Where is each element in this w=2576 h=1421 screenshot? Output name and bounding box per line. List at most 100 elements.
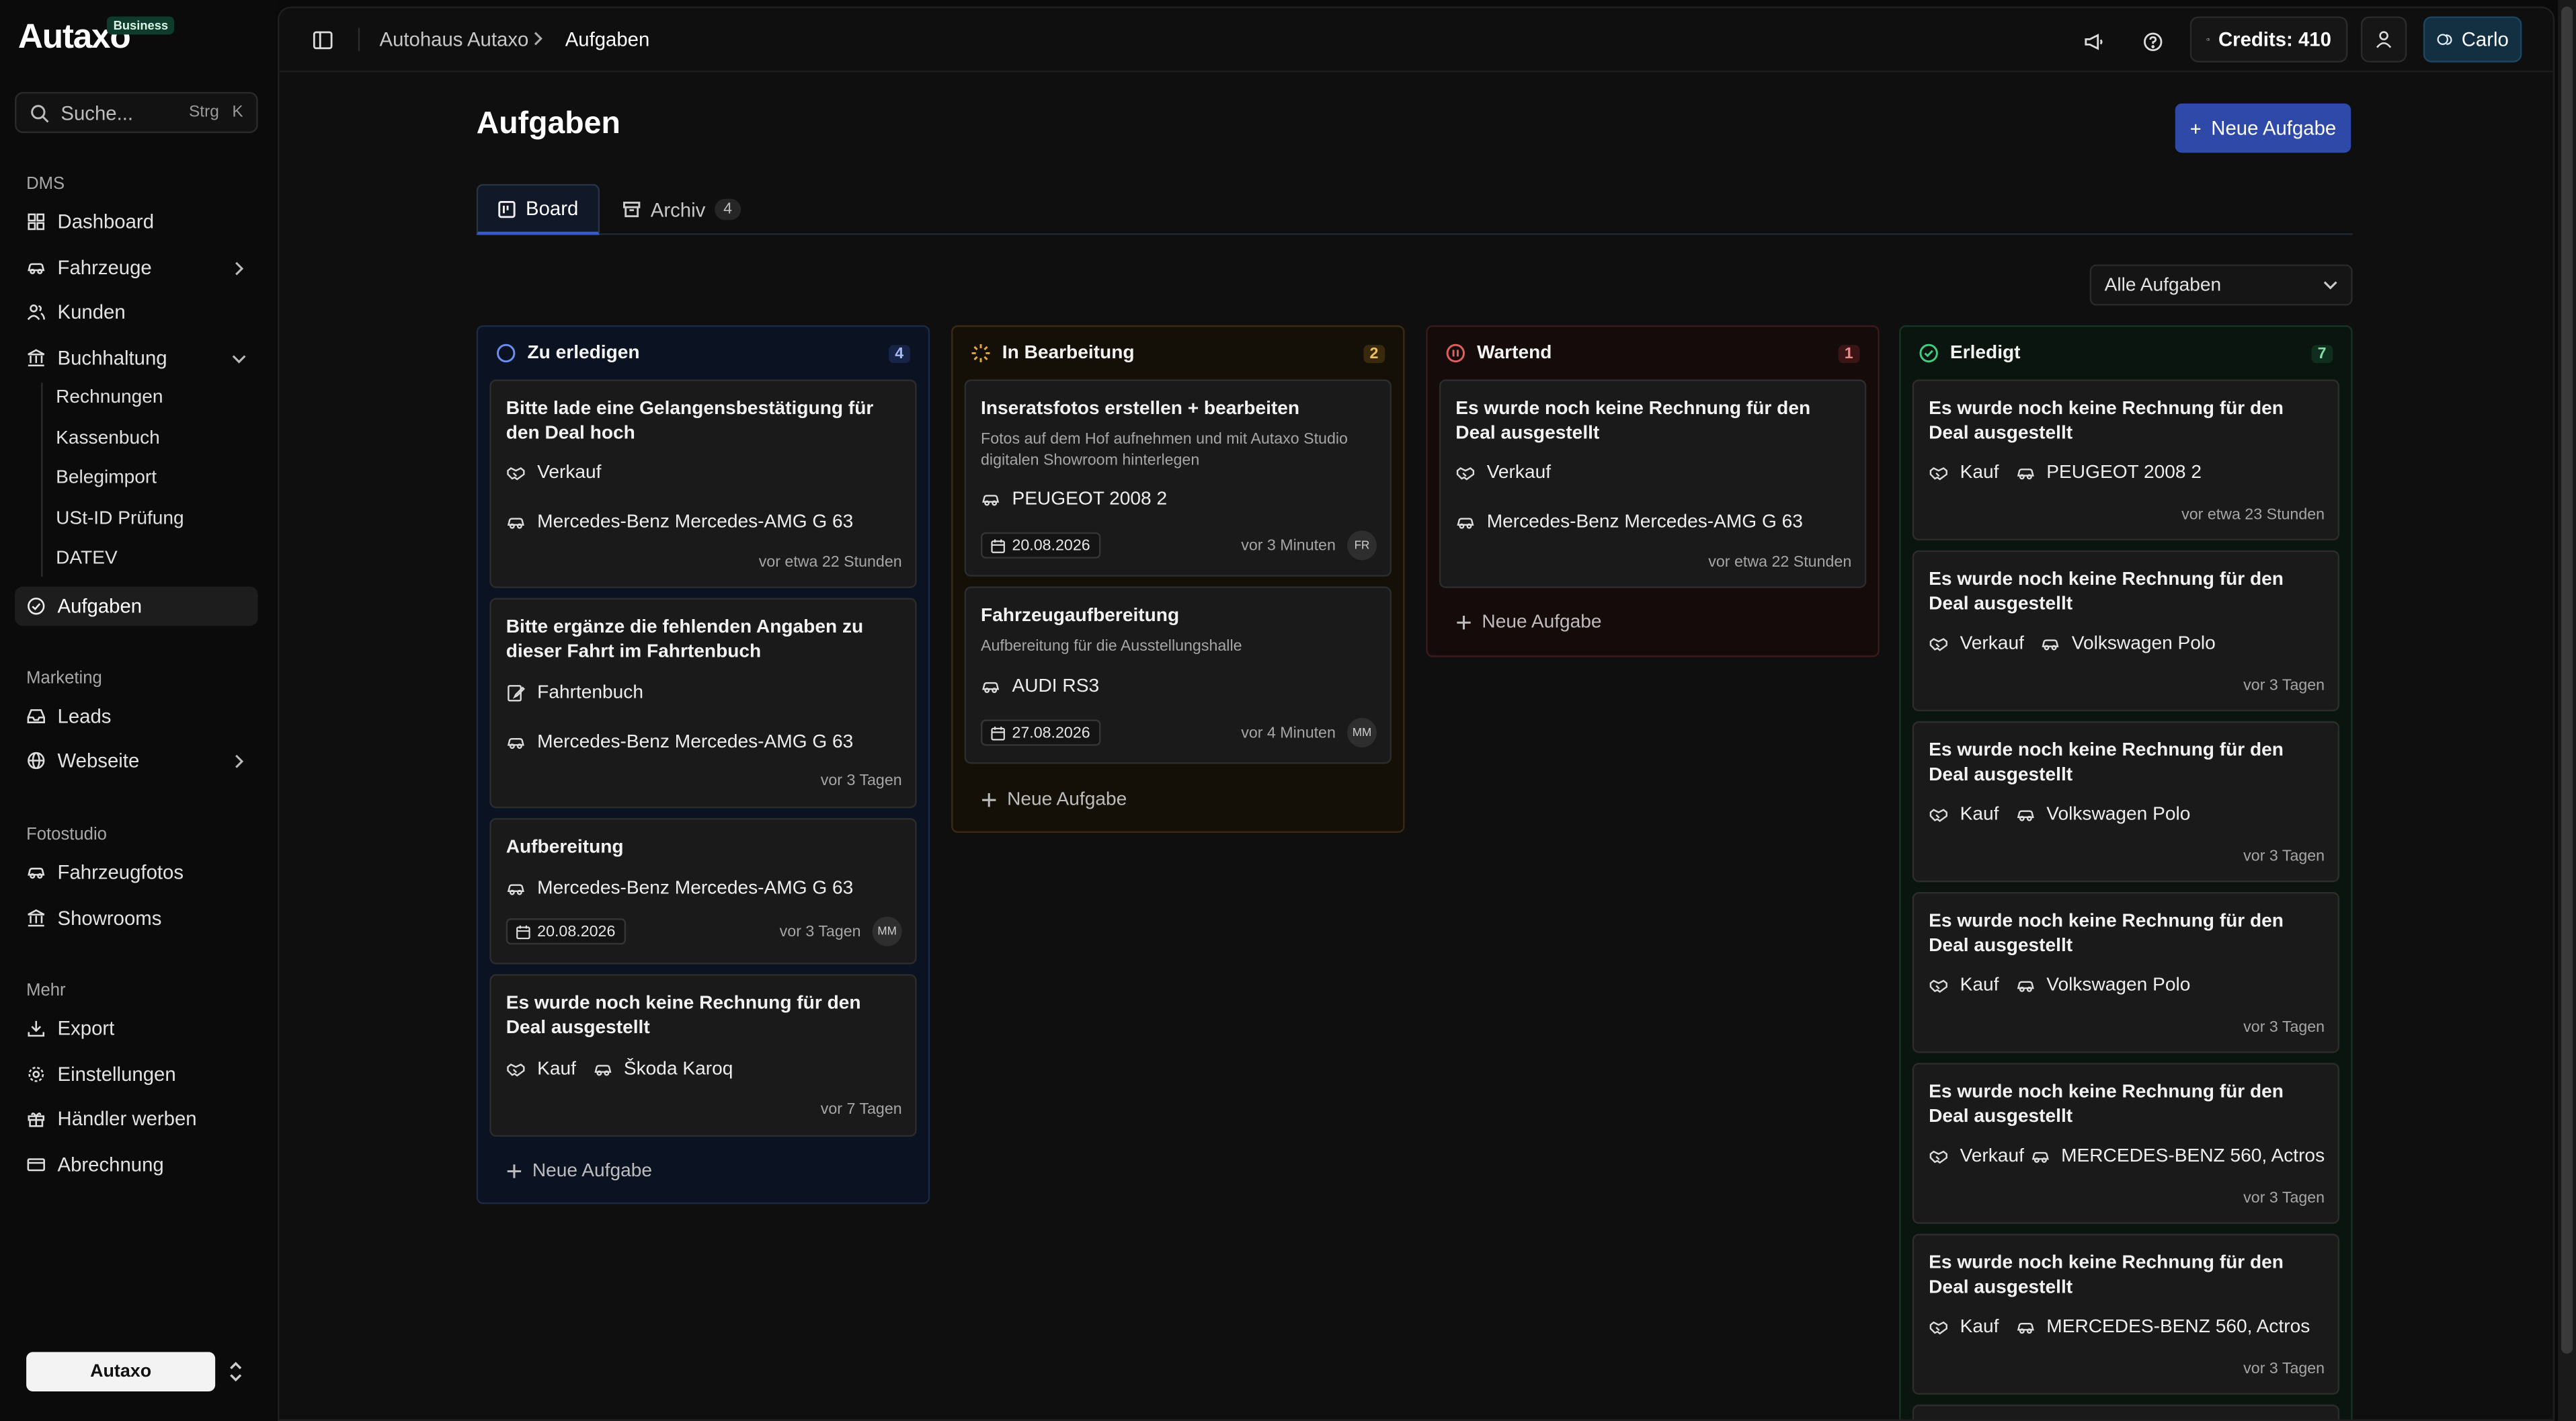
announcements-button[interactable] [2072, 22, 2115, 61]
task-filter-select[interactable]: Alle Aufgaben [2089, 264, 2353, 306]
archive-icon [623, 202, 641, 218]
task-card[interactable]: Es wurde noch keine Rechnung für den Dea… [1912, 721, 2340, 883]
sidebar-item-kunden[interactable]: Kunden [15, 292, 258, 332]
chevron-right-icon [534, 32, 542, 46]
globe-icon [28, 752, 45, 770]
task-card[interactable]: Inseratsfotos erstellen + bearbeiten Fot… [964, 379, 1392, 577]
car-icon [982, 682, 1000, 693]
search-icon [31, 104, 49, 122]
task-tags: Verkauf MERCEDES-BENZ 560, Actros [1929, 1145, 2325, 1168]
task-vehicle-label: MERCEDES-BENZ 560, Actros [2046, 1317, 2310, 1338]
sidebar-subitem-rechnungen[interactable]: Rechnungen [56, 388, 163, 407]
add-task-button[interactable]: Neue Aufgabe [506, 1162, 652, 1181]
task-card[interactable]: Es wurde noch keine Rechnung für den Dea… [1439, 379, 1867, 588]
handshake-icon [1456, 467, 1475, 481]
task-card[interactable]: Es wurde noch keine Rechnung für den Dea… [1912, 892, 2340, 1053]
workspace-switcher[interactable]: Autaxo [26, 1352, 216, 1391]
task-title: Es wurde noch keine Rechnung für den Dea… [1929, 399, 2284, 443]
sidebar-item-export[interactable]: Export [15, 1009, 258, 1049]
account-name: Carlo [2461, 28, 2509, 51]
handshake-icon [1929, 809, 1947, 822]
add-task-button[interactable]: Neue Aufgabe [1455, 613, 1602, 633]
task-card[interactable]: Es wurde noch keine Rechnung für den Dea… [1912, 1233, 2340, 1395]
section-marketing: Marketing [26, 668, 102, 688]
sidebar-subitem-datev[interactable]: DATEV [56, 549, 118, 568]
help-button[interactable] [2131, 22, 2174, 61]
task-timestamp: vor etwa 22 Stunden [758, 553, 902, 572]
task-card[interactable] [1912, 1404, 2340, 1420]
chevron-down-icon [232, 354, 246, 363]
profile-button[interactable] [2360, 16, 2407, 63]
handshake-icon [1929, 979, 1947, 993]
sidebar-item-aufgaben[interactable]: Aufgaben [14, 586, 258, 626]
task-timestamp: vor 4 Minuten [1241, 723, 1336, 742]
task-title: Es wurde noch keine Rechnung für den Dea… [506, 993, 861, 1038]
task-tag: Verkauf [506, 462, 902, 485]
task-title: Es wurde noch keine Rechnung für den Dea… [1929, 1253, 2284, 1297]
sidebar-item-label: Leads [57, 704, 112, 728]
sidebar-item-abrechnung[interactable]: Abrechnung [15, 1145, 258, 1184]
sidebar-subitem-kassenbuch[interactable]: Kassenbuch [56, 429, 160, 448]
task-tags: Kauf MERCEDES-BENZ 560, Actros [1929, 1316, 2325, 1339]
search-input[interactable]: Suche... Strg K [14, 91, 258, 133]
column-in-progress: In Bearbeitung 2 Inseratsfotos erstellen… [951, 325, 1405, 834]
task-card[interactable]: Es wurde noch keine Rechnung für den Dea… [1912, 1063, 2340, 1224]
tab-board[interactable]: Board [476, 184, 600, 235]
sidebar-item-label: Händler werben [57, 1107, 197, 1131]
sidebar-item-webseite[interactable]: Webseite [15, 741, 258, 780]
task-card[interactable]: Es wurde noch keine Rechnung für den Dea… [489, 974, 917, 1137]
task-tag-label: Kauf [1960, 463, 1999, 483]
sidebar-item-label: Webseite [57, 749, 140, 772]
megaphone-icon [2084, 32, 2102, 50]
sidebar-item-label: Export [57, 1016, 115, 1040]
new-task-button[interactable]: Neue Aufgabe [2175, 103, 2351, 153]
car-icon [507, 884, 524, 895]
car-icon [2042, 639, 2059, 651]
credits-label: Credits: 410 [2218, 28, 2331, 51]
sidebar-item-buchhaltung[interactable]: Buchhaltung [15, 338, 258, 378]
task-title: Es wurde noch keine Rechnung für den Dea… [1929, 570, 2284, 614]
sidebar-subitem-belegimport[interactable]: Belegimport [56, 469, 157, 488]
sidebar-item-fahrzeuge[interactable]: Fahrzeuge [15, 248, 258, 288]
task-timestamp: vor 3 Tagen [2243, 676, 2325, 695]
task-title: Bitte ergänze die fehlenden Angaben zu d… [506, 617, 864, 661]
plus-icon [982, 793, 996, 807]
sidebar-item-dashboard[interactable]: Dashboard [15, 202, 258, 242]
plus-icon [1457, 616, 1471, 630]
task-card[interactable]: Es wurde noch keine Rechnung für den Dea… [1912, 379, 2340, 541]
brand-logo[interactable]: Autaxo Business [18, 16, 175, 58]
sidebar-item-haendler-werben[interactable]: Händler werben [15, 1099, 258, 1139]
help-circle-icon [2142, 32, 2162, 50]
section-dms: DMS [26, 174, 65, 194]
sidebar-toggle-icon[interactable] [312, 30, 333, 51]
credits-button[interactable]: Credits: 410 [2189, 16, 2348, 63]
sidebar-item-fahrzeugfotos[interactable]: Fahrzeugfotos [15, 852, 258, 892]
sidebar-subitem-ustid[interactable]: USt-ID Prüfung [56, 510, 184, 529]
task-timestamp: vor 3 Tagen [2243, 1018, 2325, 1037]
page-scrollbar[interactable] [2558, 0, 2576, 1421]
task-card[interactable]: Bitte ergänze die fehlenden Angaben zu d… [489, 598, 917, 809]
sidebar-item-showrooms[interactable]: Showrooms [15, 899, 258, 938]
task-card[interactable]: Es wurde noch keine Rechnung für den Dea… [1912, 550, 2340, 712]
chevron-up-down-icon[interactable] [227, 1361, 245, 1383]
due-date-label: 20.08.2026 [1012, 536, 1090, 555]
add-task-button[interactable]: Neue Aufgabe [981, 790, 1127, 810]
sidebar-item-label: Kunden [57, 300, 126, 324]
task-card[interactable]: Bitte lade eine Gelangensbestätigung für… [489, 379, 917, 588]
avatar[interactable]: FR [1346, 530, 1377, 561]
account-button[interactable]: Carlo [2423, 16, 2522, 63]
tab-archive[interactable]: Archiv 4 [603, 184, 760, 235]
avatar[interactable]: MM [872, 916, 902, 946]
handshake-icon [507, 1063, 525, 1077]
task-vehicle: Mercedes-Benz Mercedes-AMG G 63 [506, 877, 902, 900]
avatar[interactable]: MM [1346, 717, 1377, 747]
chevron-down-icon [2323, 281, 2337, 290]
sidebar-item-leads[interactable]: Leads [15, 696, 258, 736]
breadcrumb-autohaus[interactable]: Autohaus Autaxo [380, 28, 529, 51]
sidebar-item-einstellungen[interactable]: Einstellungen [15, 1055, 258, 1094]
business-badge: Business [106, 16, 175, 35]
scrollbar-thumb[interactable] [2561, 6, 2573, 1354]
task-card[interactable]: Fahrzeugaufbereitung Aufbereitung für di… [964, 586, 1392, 764]
task-tag-label: Kauf [1960, 1317, 1999, 1338]
task-card[interactable]: Aufbereitung Mercedes-Benz Mercedes-AMG … [489, 818, 917, 965]
